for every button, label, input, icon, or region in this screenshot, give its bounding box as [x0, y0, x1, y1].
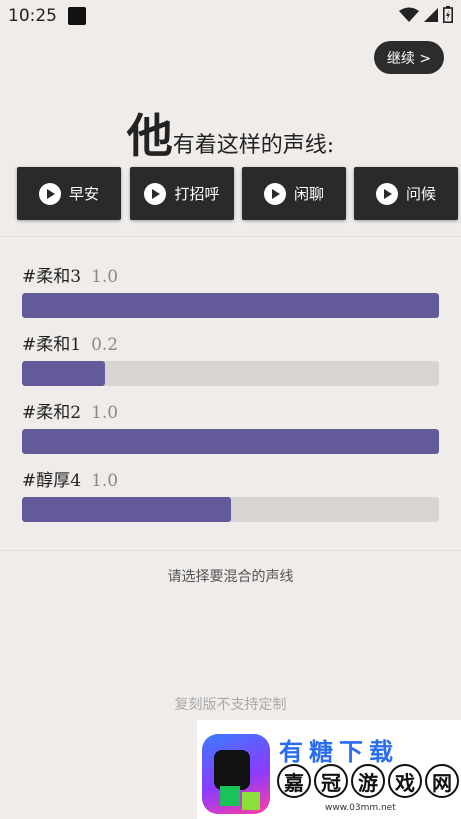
watermark-url: www.03mm.net [325, 803, 396, 813]
mix-value: 1.0 [91, 267, 119, 287]
watermark-char: 网 [425, 764, 459, 798]
watermark-top-text: 有糖下载 [279, 738, 399, 766]
mix-value: 1.0 [91, 403, 119, 423]
voice-button-regards[interactable]: 问候 [354, 167, 458, 220]
signal-icon [424, 7, 438, 22]
divider [0, 550, 461, 551]
mix-slider[interactable] [22, 293, 439, 318]
voice-button-greet[interactable]: 打招呼 [130, 167, 234, 220]
voice-button-label: 闲聊 [293, 185, 324, 203]
watermark: 有糖下载 嘉 冠 游 戏 网 www.03mm.net [197, 720, 461, 819]
voice-button-label: 打招呼 [174, 185, 220, 203]
voice-button-label: 问候 [405, 185, 436, 203]
mix-label: #柔和3 1.0 [22, 262, 118, 287]
voice-button-chat[interactable]: 闲聊 [242, 167, 346, 220]
page-title-rest: 有着这样的声线: [172, 133, 335, 158]
mix-label: #柔和1 0.2 [22, 330, 118, 355]
watermark-char: 游 [351, 764, 385, 798]
status-bar: 10:25 [0, 0, 461, 32]
voice-button-label: 早安 [68, 185, 99, 203]
play-icon [144, 182, 167, 205]
mix-slider[interactable] [22, 361, 439, 386]
page-title-big-char: 他 [126, 109, 173, 163]
page-title: 他有着这样的声线: [0, 100, 461, 166]
watermark-char: 嘉 [277, 764, 311, 798]
wifi-icon [399, 7, 419, 22]
mix-label: #醇厚4 1.0 [22, 466, 118, 491]
mix-label: #柔和2 1.0 [22, 398, 118, 423]
mix-name: #柔和2 [22, 403, 82, 423]
mix-name: #醇厚4 [22, 471, 82, 491]
mix-value: 1.0 [91, 471, 119, 491]
mix-value: 0.2 [91, 335, 119, 355]
mix-slider-fill [22, 361, 106, 386]
mix-name: #柔和3 [22, 267, 82, 287]
continue-button[interactable]: 继续 > [374, 41, 444, 74]
play-icon [38, 182, 61, 205]
voice-button-morning[interactable]: 早安 [17, 167, 121, 220]
play-icon [263, 182, 286, 205]
battery-icon [443, 6, 453, 23]
mix-slider-fill [22, 429, 439, 454]
divider [0, 236, 461, 237]
mix-slider[interactable] [22, 497, 439, 522]
notice-text: 复刻版不支持定制 [174, 697, 287, 713]
status-time: 10:25 [8, 6, 57, 26]
mix-slider-fill [22, 497, 231, 522]
watermark-char: 冠 [314, 764, 348, 798]
mix-slider-fill [22, 293, 439, 318]
watermark-char: 戏 [388, 764, 422, 798]
mix-name: #柔和1 [22, 335, 82, 355]
mix-slider[interactable] [22, 429, 439, 454]
watermark-logo [202, 734, 270, 814]
notification-icon [68, 7, 86, 25]
system-icons [399, 6, 453, 23]
watermark-chars: 嘉 冠 游 戏 网 [277, 764, 459, 798]
hint-text: 请选择要混合的声线 [167, 569, 294, 585]
play-icon [375, 182, 398, 205]
